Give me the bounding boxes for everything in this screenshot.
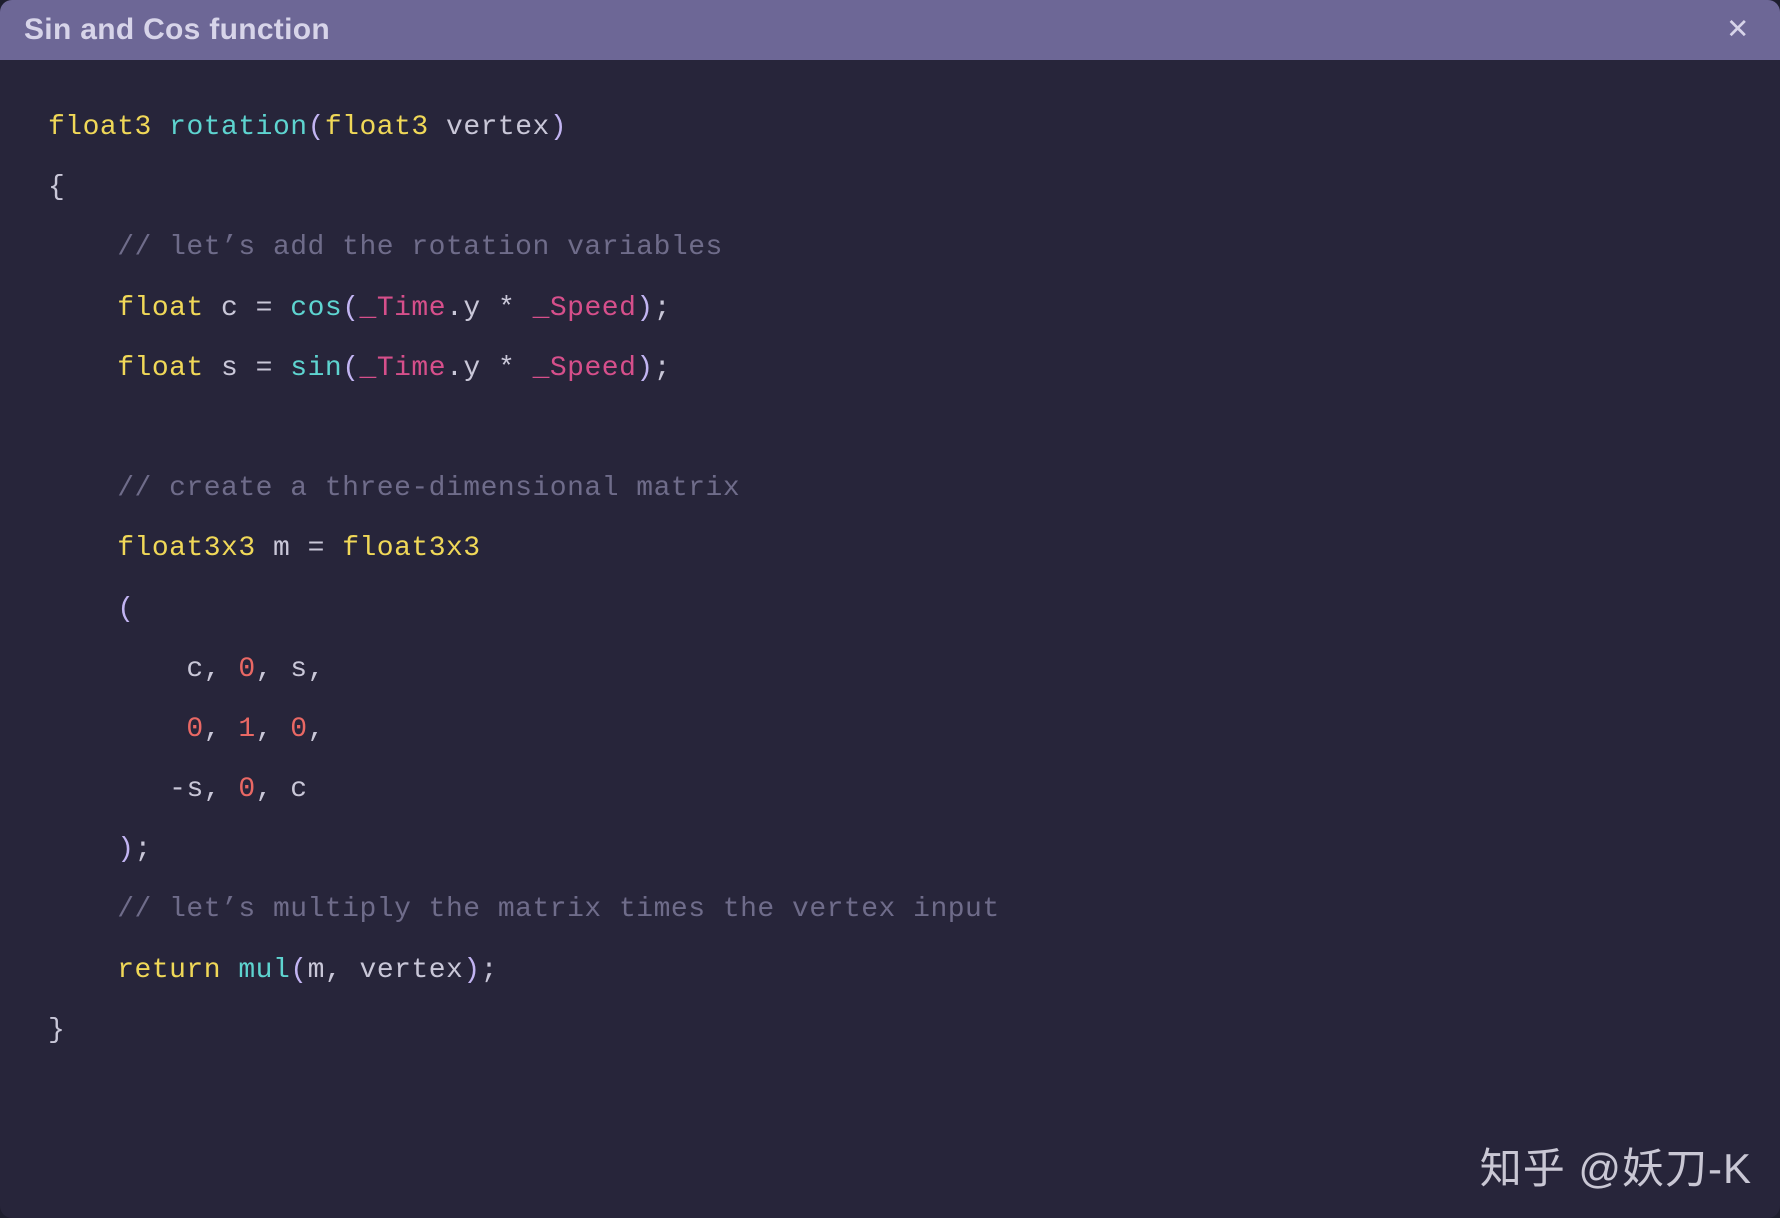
token-member: .y <box>446 293 481 324</box>
token-identifier: s <box>221 353 238 384</box>
token-semicolon: ; <box>481 955 498 986</box>
code-area[interactable]: float3 rotation(float3 vertex) { // let’… <box>0 60 1780 1218</box>
token-comma: , <box>308 714 325 745</box>
token-operator: = <box>238 293 290 324</box>
token-operator: = <box>238 353 290 384</box>
token-paren: ( <box>117 594 134 625</box>
titlebar: Sin and Cos function ✕ <box>0 0 1780 60</box>
token-param: vertex <box>446 112 550 143</box>
token-comma: , <box>256 654 291 685</box>
token-identifier: c <box>221 293 238 324</box>
token-brace: { <box>48 172 65 203</box>
token-function: rotation <box>169 112 307 143</box>
token-comment: // let’s add the rotation variables <box>117 232 723 263</box>
token-keyword: return <box>117 955 221 986</box>
token-semicolon: ; <box>654 293 671 324</box>
token-function: mul <box>238 955 290 986</box>
token-operator: * <box>481 353 533 384</box>
token-comma: , <box>204 654 239 685</box>
token-identifier: vertex <box>360 955 464 986</box>
token-identifier: m <box>308 955 325 986</box>
token-brace: } <box>48 1015 65 1046</box>
token-paren: ( <box>290 955 307 986</box>
token-paren: ( <box>342 293 359 324</box>
token-variable: _Time <box>360 353 447 384</box>
token-type: float3 <box>325 112 429 143</box>
token-paren: ) <box>550 112 567 143</box>
token-function: cos <box>290 293 342 324</box>
window-title: Sin and Cos function <box>24 13 330 47</box>
token-paren: ) <box>117 834 134 865</box>
token-comma: , <box>204 714 239 745</box>
token-type: float3x3 <box>117 533 255 564</box>
token-semicolon: ; <box>135 834 152 865</box>
token-type: float <box>117 293 204 324</box>
token-semicolon: ; <box>654 353 671 384</box>
token-number: 0 <box>238 654 255 685</box>
token-type: float <box>117 353 204 384</box>
token-comma: , <box>256 774 291 805</box>
token-function: sin <box>290 353 342 384</box>
token-identifier: s <box>186 774 203 805</box>
token-comma: , <box>256 714 291 745</box>
token-paren: ) <box>463 955 480 986</box>
token-number: 0 <box>238 774 255 805</box>
token-identifier: s <box>290 654 307 685</box>
token-operator: - <box>169 774 186 805</box>
token-identifier: m <box>273 533 290 564</box>
token-paren: ( <box>308 112 325 143</box>
token-operator: * <box>481 293 533 324</box>
token-comma: , <box>325 955 360 986</box>
token-number: 0 <box>186 714 203 745</box>
token-paren: ( <box>342 353 359 384</box>
token-variable: _Speed <box>533 293 637 324</box>
token-identifier: c <box>186 654 203 685</box>
token-type: float3 <box>48 112 152 143</box>
token-comma: , <box>204 774 239 805</box>
token-paren: ) <box>636 293 653 324</box>
token-variable: _Time <box>360 293 447 324</box>
token-member: .y <box>446 353 481 384</box>
token-variable: _Speed <box>533 353 637 384</box>
token-number: 1 <box>238 714 255 745</box>
token-identifier: c <box>290 774 307 805</box>
token-operator: = <box>290 533 342 564</box>
code-window: Sin and Cos function ✕ float3 rotation(f… <box>0 0 1780 1218</box>
token-comment: // create a three-dimensional matrix <box>117 473 740 504</box>
token-paren: ) <box>636 353 653 384</box>
token-comma: , <box>308 654 325 685</box>
token-type: float3x3 <box>342 533 480 564</box>
token-comment: // let’s multiply the matrix times the v… <box>117 894 999 925</box>
token-number: 0 <box>290 714 307 745</box>
close-icon[interactable]: ✕ <box>1720 9 1756 51</box>
